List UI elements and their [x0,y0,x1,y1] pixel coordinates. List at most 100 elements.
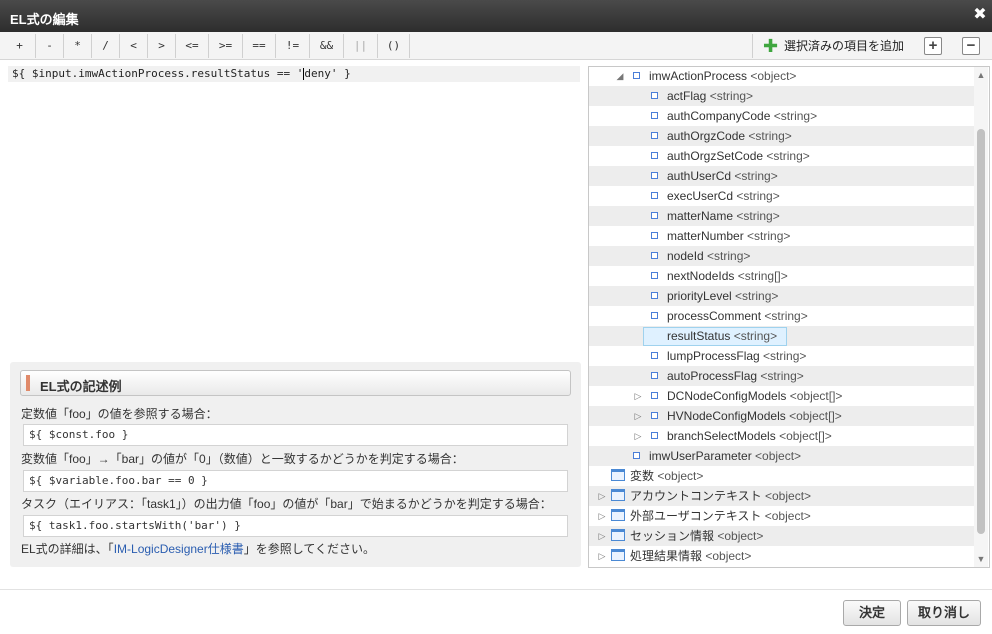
operator-button[interactable]: >= [209,34,243,58]
tree-node-label[interactable]: resultStatus <string> [667,326,777,346]
tree-node-name: セッション情報 [630,529,715,543]
operator-button[interactable]: || [344,34,378,58]
operator-button[interactable]: () [378,34,410,58]
collapsed-arrow-icon[interactable]: ▷ [633,426,643,446]
minus-square-icon[interactable]: − [962,37,980,55]
operator-button[interactable]: / [92,34,120,58]
property-node-icon [651,132,658,139]
cancel-button[interactable]: 取り消し [907,600,981,626]
tree-node-label[interactable]: セッション情報 <object> [630,526,763,546]
tree-node-label[interactable]: authOrgzCode <string> [667,126,792,146]
operator-button[interactable]: - [36,34,64,58]
tree-node[interactable]: ▷ HVNodeConfigModels <object[]> [589,406,975,426]
tree-node[interactable]: authCompanyCode <string> [589,106,975,126]
el-expression-editor[interactable]: ${ $input.imwActionProcess.resultStatus … [8,66,582,356]
tree-node-label[interactable]: 処理結果情報 <object> [630,546,751,566]
tree-node-label[interactable]: authUserCd <string> [667,166,778,186]
operator-button[interactable]: <= [176,34,209,58]
tree-node[interactable]: autoProcessFlag <string> [589,366,975,386]
add-selected-item-button[interactable]: ✚ 選択済みの項目を追加 [752,34,916,58]
collapsed-arrow-icon[interactable]: ▷ [597,526,607,546]
scroll-down-arrow-icon[interactable]: ▼ [976,554,986,564]
property-node-icon [633,72,640,79]
tree-node-label[interactable]: branchSelectModels <object[]> [667,426,832,446]
variable-tree[interactable]: ◢ imwActionProcess <object> actFlag <strin… [588,66,990,568]
example-code: ${ $variable.foo.bar == 0 } [23,470,568,492]
tree-node-label[interactable]: nextNodeIds <string[]> [667,266,788,286]
tree-node[interactable]: priorityLevel <string> [589,286,975,306]
tree-node-name: actFlag [667,89,707,103]
tree-scrollbar[interactable]: ▲ ▼ [974,67,988,567]
tree-node[interactable]: matterName <string> [589,206,975,226]
tree-node[interactable]: 変数 <object> [589,466,975,486]
tree-node[interactable]: lumpProcessFlag <string> [589,346,975,366]
tree-node[interactable]: processComment <string> [589,306,975,326]
tree-node[interactable]: imwUserParameter <object> [589,446,975,466]
tree-node[interactable]: nextNodeIds <string[]> [589,266,975,286]
tree-node[interactable]: matterNumber <string> [589,226,975,246]
tree-node[interactable]: nodeId <string> [589,246,975,266]
operator-button[interactable]: * [64,34,92,58]
tree-node-type: <string> [734,169,778,183]
expression-line[interactable]: ${ $input.imwActionProcess.resultStatus … [8,66,580,82]
tree-node[interactable]: ▷ branchSelectModels <object[]> [589,426,975,446]
operator-button[interactable]: + [4,34,36,58]
tree-node-type: <object> [717,529,764,543]
tree-node-name: authOrgzCode [667,129,746,143]
tree-node-label[interactable]: imwActionProcess <object> [649,67,796,86]
tree-node-label[interactable]: 外部ユーザコンテキスト <object> [630,506,811,526]
plus-square-icon[interactable]: + [924,37,942,55]
tree-node[interactable]: ◢ imwActionProcess <object> [589,67,975,86]
tree-node-name: autoProcessFlag [667,369,758,383]
tree-node-label[interactable]: execUserCd <string> [667,186,780,206]
logic-designer-spec-link[interactable]: IM-LogicDesigner仕様書 [114,542,244,556]
collapsed-arrow-icon[interactable]: ▷ [597,506,607,526]
tree-node-label[interactable]: priorityLevel <string> [667,286,778,306]
operator-button[interactable]: > [148,34,176,58]
collapsed-arrow-icon[interactable]: ▷ [633,406,643,426]
tree-node-label[interactable]: アカウントコンテキスト <object> [630,486,811,506]
tree-node-label[interactable]: HVNodeConfigModels <object[]> [667,406,842,426]
ok-button[interactable]: 決定 [843,600,901,626]
tree-node-type: <string> [709,89,754,103]
tree-node-type: <object> [755,449,802,463]
tree-node-label[interactable]: DCNodeConfigModels <object[]> [667,386,842,406]
close-icon[interactable]: ✖ [972,7,988,23]
operator-button[interactable]: < [120,34,148,58]
collapsed-arrow-icon[interactable]: ▷ [597,486,607,506]
folder-icon [611,509,625,521]
expanded-arrow-icon[interactable]: ◢ [615,67,625,86]
scroll-up-arrow-icon[interactable]: ▲ [976,70,986,80]
scrollbar-thumb[interactable] [977,129,985,534]
tree-node-label[interactable]: authCompanyCode <string> [667,106,817,126]
tree-node-label[interactable]: autoProcessFlag <string> [667,366,804,386]
tree-node[interactable]: actFlag <string> [589,86,975,106]
collapsed-arrow-icon[interactable]: ▷ [633,386,643,406]
tree-node[interactable]: ▷ セッション情報 <object> [589,526,975,546]
tree-node[interactable]: ▷ アカウントコンテキスト <object> [589,486,975,506]
tree-node-label[interactable]: matterNumber <string> [667,226,790,246]
operator-button[interactable]: && [310,34,344,58]
tree-node-label[interactable]: processComment <string> [667,306,808,326]
tree-node-type: <string[]> [737,269,788,283]
tree-node-label[interactable]: lumpProcessFlag <string> [667,346,806,366]
operator-button[interactable]: != [276,34,310,58]
tree-node[interactable]: ▷ 処理結果情報 <object> [589,546,975,566]
tree-node[interactable]: ▷ 外部ユーザコンテキスト <object> [589,506,975,526]
tree-node-label[interactable]: actFlag <string> [667,86,753,106]
tree-node-name: 外部ユーザコンテキスト [630,509,762,523]
tree-node-label[interactable]: nodeId <string> [667,246,750,266]
tree-node[interactable]: authOrgzSetCode <string> [589,146,975,166]
tree-node-label[interactable]: authOrgzSetCode <string> [667,146,810,166]
operator-button[interactable]: == [243,34,276,58]
footer-text-after: 」を参照してください。 [243,542,376,556]
tree-node[interactable]: ▷ DCNodeConfigModels <object[]> [589,386,975,406]
tree-node[interactable]: resultStatus <string> [589,326,975,346]
tree-node[interactable]: authUserCd <string> [589,166,975,186]
tree-node-label[interactable]: matterName <string> [667,206,780,226]
tree-node-label[interactable]: 変数 <object> [630,466,703,486]
tree-node[interactable]: execUserCd <string> [589,186,975,206]
tree-node-label[interactable]: imwUserParameter <object> [649,446,801,466]
collapsed-arrow-icon[interactable]: ▷ [597,546,607,566]
tree-node[interactable]: authOrgzCode <string> [589,126,975,146]
